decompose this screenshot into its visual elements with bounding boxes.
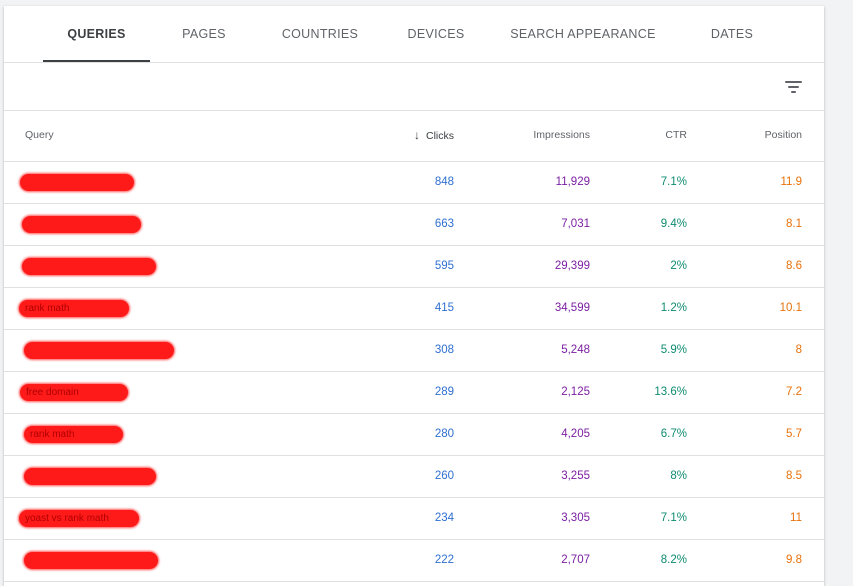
clicks-cell: 222 [434,554,454,566]
ctr-cell: 13.6% [654,386,687,398]
table-row[interactable]: 595 29,399 2% 8.6 [4,246,824,288]
table-toolbar [4,63,824,111]
clicks-cell: 848 [434,176,454,188]
table-row[interactable]: 308 5,248 5.9% 8 [4,330,824,372]
clicks-cell: 289 [434,386,454,398]
column-header-clicks-label: Clicks [426,130,454,142]
clicks-cell: 280 [434,428,454,440]
arrow-down-icon: ↓ [414,128,420,142]
column-header-ctr[interactable]: CTR [607,111,687,161]
ctr-cell: 6.7% [660,428,687,440]
filter-list-icon[interactable] [783,76,805,98]
performance-report-card: QUERIES PAGES COUNTRIES DEVICES SEARCH A… [4,6,824,586]
ctr-cell: 2% [670,260,687,272]
ctr-cell: 1.2% [660,302,687,314]
clicks-cell: 234 [434,512,454,524]
tab-devices[interactable]: DEVICES [396,6,476,62]
position-cell: 8.5 [786,470,802,482]
position-cell: 8 [795,344,802,356]
column-header-query[interactable]: Query [25,111,145,161]
position-cell: 11.9 [780,176,802,188]
table-body: 848 11,929 7.1% 11.9 663 7,031 9.4% 8.1 … [4,162,824,582]
tab-dates[interactable]: DATES [692,6,772,62]
impressions-cell: 2,707 [561,554,590,566]
impressions-cell: 4,205 [561,428,590,440]
clicks-cell: 595 [434,260,454,272]
tab-pages[interactable]: PAGES [164,6,244,62]
ctr-cell: 8% [670,470,687,482]
redacted-query: rank math [24,426,123,443]
ctr-cell: 5.9% [660,344,687,356]
column-header-position[interactable]: Position [702,111,802,161]
table-row[interactable]: 663 7,031 9.4% 8.1 [4,204,824,246]
table-row[interactable]: 260 3,255 8% 8.5 [4,456,824,498]
position-cell: 5.7 [786,428,802,440]
table-row[interactable]: 848 11,929 7.1% 11.9 [4,162,824,204]
clicks-cell: 415 [434,302,454,314]
table-row[interactable]: rank math 415 34,599 1.2% 10.1 [4,288,824,330]
table-row[interactable]: 222 2,707 8.2% 9.8 [4,540,824,582]
ctr-cell: 9.4% [660,218,687,230]
dimension-tabs: QUERIES PAGES COUNTRIES DEVICES SEARCH A… [4,6,824,63]
impressions-cell: 11,929 [555,176,590,188]
redacted-query [22,258,156,275]
impressions-cell: 3,255 [561,470,590,482]
impressions-cell: 5,248 [561,344,590,356]
column-header-impressions[interactable]: Impressions [480,111,590,161]
position-cell: 10.1 [779,302,802,314]
ctr-cell: 8.2% [660,554,687,566]
redacted-query [24,552,158,569]
redacted-query [24,468,156,485]
position-cell: 7.2 [786,386,802,398]
table-row[interactable]: yoast vs rank math 234 3,305 7.1% 11 [4,498,824,540]
redacted-query: rank math [19,300,129,317]
ctr-cell: 7.1% [660,176,687,188]
ctr-cell: 7.1% [660,512,687,524]
table-row[interactable]: free domain 289 2,125 13.6% 7.2 [4,372,824,414]
impressions-cell: 7,031 [561,218,590,230]
clicks-cell: 308 [434,344,454,356]
position-cell: 8.6 [786,260,802,272]
redacted-query [22,216,141,233]
impressions-cell: 34,599 [554,302,590,314]
table-header: Query ↓ Clicks Impressions CTR Position [4,111,824,162]
clicks-cell: 260 [434,470,454,482]
tab-search-appearance[interactable]: SEARCH APPEARANCE [507,6,659,62]
position-cell: 8.1 [786,218,802,230]
table-row[interactable]: rank math 280 4,205 6.7% 5.7 [4,414,824,456]
tab-countries[interactable]: COUNTRIES [272,6,368,62]
column-header-clicks[interactable]: ↓ Clicks [344,111,454,161]
redacted-query: yoast vs rank math [19,510,139,527]
impressions-cell: 29,399 [554,260,590,272]
active-tab-indicator [43,60,150,62]
clicks-cell: 663 [434,218,454,230]
impressions-cell: 3,305 [561,512,590,524]
redacted-query [24,342,174,359]
impressions-cell: 2,125 [561,386,590,398]
position-cell: 11 [790,512,802,524]
tab-queries[interactable]: QUERIES [43,6,150,62]
redacted-query: free domain [20,384,128,401]
redacted-query [20,174,134,191]
position-cell: 9.8 [786,554,802,566]
